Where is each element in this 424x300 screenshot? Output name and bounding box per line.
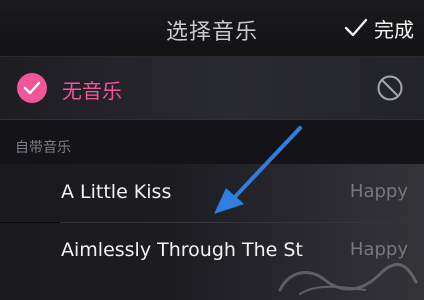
music-picker-screen: 选择音乐 完成 无音乐 自带音乐 A Little Kiss Happy Aim… xyxy=(0,0,424,300)
watermark-logo-icon xyxy=(270,260,420,298)
no-symbol-icon xyxy=(376,74,404,102)
song-tag: Happy xyxy=(349,181,408,202)
song-row[interactable]: A Little Kiss Happy xyxy=(0,164,424,222)
song-title: A Little Kiss xyxy=(61,181,172,203)
section-label: 自带音乐 xyxy=(15,140,71,156)
navigation-bar: 选择音乐 完成 xyxy=(0,0,424,57)
song-tag: Happy xyxy=(349,239,408,260)
done-button[interactable]: 完成 xyxy=(344,12,414,44)
no-music-option[interactable]: 无音乐 xyxy=(0,57,424,120)
check-circle-icon xyxy=(17,73,47,103)
checkmark-icon xyxy=(344,18,368,38)
no-music-label: 无音乐 xyxy=(62,79,122,103)
song-title: Aimlessly Through The St xyxy=(61,239,303,261)
done-label: 完成 xyxy=(374,17,414,42)
section-header: 自带音乐 xyxy=(0,120,424,164)
